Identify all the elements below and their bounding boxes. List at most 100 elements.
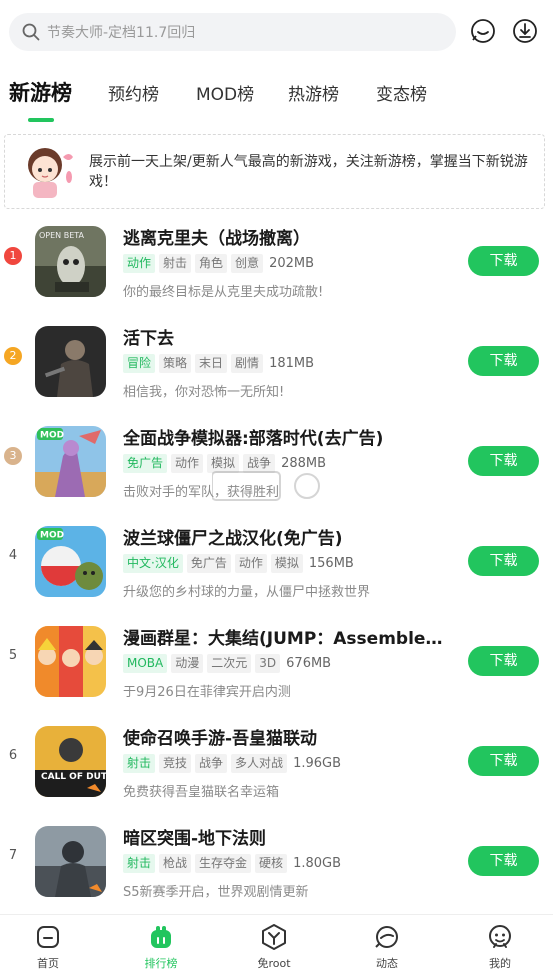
game-tag: 硬核 <box>255 854 288 873</box>
game-tags: MOBA 动漫 二次元 3D 676MB <box>123 654 331 673</box>
game-size: 181MB <box>269 356 315 371</box>
tab-hot-games[interactable]: 热游榜 <box>288 80 339 105</box>
nav-label: 首页 <box>37 957 59 970</box>
game-title: 活下去 <box>123 329 174 349</box>
rank-number: 7 <box>8 848 18 863</box>
home-icon <box>37 926 59 948</box>
game-description: 相信我，你对恐怖一无所知! <box>123 385 285 400</box>
game-tags: 动作 射击 角色 创意 202MB <box>123 254 314 273</box>
game-size: 1.96GB <box>293 756 341 771</box>
mod-badge-text: MOD <box>40 531 64 541</box>
game-title: 使命召唤手游-吾皇猫联动 <box>123 729 318 749</box>
game-tags: 射击 竞技 战争 多人对战 1.96GB <box>123 754 341 773</box>
message-icon[interactable] <box>468 16 498 46</box>
game-size: 1.80GB <box>293 856 341 871</box>
game-title: 漫画群星：大集结(JUMP：Assemble)... <box>123 629 443 649</box>
nav-ranking[interactable]: 排行榜 <box>121 923 201 971</box>
nav-feed[interactable]: 动态 <box>347 923 427 971</box>
game-tag: 射击 <box>159 254 192 273</box>
nav-profile[interactable]: 我的 <box>460 923 540 971</box>
game-icon: CALL OF DUTY <box>35 726 106 797</box>
game-tag: 动作 <box>123 254 156 273</box>
nav-label: 免root <box>257 957 291 970</box>
game-icon <box>35 326 106 397</box>
icon-caption: OPEN BETA <box>39 231 85 240</box>
download-button[interactable]: 下载 <box>468 646 539 676</box>
game-description: 升级您的乡村球的力量，从僵尸中拯救世界 <box>123 585 371 600</box>
list-item[interactable]: 2 活下去 冒险 策略 末日 剧情 181MB 相信我，你对恐怖一无所知! 下载 <box>0 312 553 412</box>
search-bar[interactable]: 节奏大师-定档11.7回归 <box>9 13 456 51</box>
game-tag: 动漫 <box>171 654 204 673</box>
download-manager-icon[interactable] <box>510 16 540 46</box>
game-title: 全面战争模拟器:部落时代(去广告) <box>123 429 384 449</box>
nav-label: 动态 <box>376 957 398 970</box>
nav-home[interactable]: 首页 <box>8 923 88 971</box>
list-item[interactable]: 6 CALL OF DUTY 使命召唤手游-吾皇猫联动 射击竞技战争多人对战 1.… <box>0 712 553 812</box>
game-title: 暗区突围-地下法则 <box>123 829 267 849</box>
game-tag: 战争 <box>195 754 228 773</box>
list-item[interactable]: 4 MOD 波兰球僵尸之战汉化(免广告) 中文·汉化 免广告 动作 模拟 156MB 升… <box>0 512 553 612</box>
nav-label: 我的 <box>489 957 511 970</box>
game-size: 676MB <box>286 656 332 671</box>
list-item[interactable]: 7 暗区突围-地下法则 射击 枪战 生存夺金 硬核 1.80GB S5新赛季开启，世界观… <box>0 812 553 912</box>
game-tag: 枪战 <box>159 854 192 873</box>
game-tag: 免广告 <box>123 454 168 473</box>
download-button[interactable]: 下载 <box>468 346 539 376</box>
mascot-icon <box>28 148 73 198</box>
tab-modded[interactable]: 变态榜 <box>376 80 427 105</box>
rank-badge: 1 <box>4 247 22 265</box>
list-item[interactable]: 1 OPEN BETA 逃离克里夫（战场撤离） 动作 射击 角色 创意 202MB 你的… <box>0 212 553 312</box>
game-title: 波兰球僵尸之战汉化(免广告) <box>123 529 343 549</box>
download-button[interactable]: 下载 <box>468 246 539 276</box>
game-tag: 末日 <box>195 354 228 373</box>
rank-badge: 3 <box>4 447 22 465</box>
game-tag: 模拟 <box>270 554 303 573</box>
game-tag: MOBA <box>123 654 168 673</box>
game-tag: 射击 <box>123 854 156 873</box>
tab-reservation[interactable]: 预约榜 <box>108 80 159 105</box>
game-tag: 剧情 <box>231 354 264 373</box>
game-tag: 免广告 <box>186 554 231 573</box>
download-button[interactable]: 下载 <box>468 446 539 476</box>
game-tags: 冒险 策略 末日 剧情 181MB <box>123 354 314 373</box>
game-title: 逃离克里夫（战场撤离） <box>123 229 310 249</box>
nav-no-root[interactable]: 免root <box>234 923 314 971</box>
game-tags: 中文·汉化 免广告 动作 模拟 156MB <box>123 554 354 573</box>
game-description: 你的最终目标是从克里夫成功疏散! <box>123 285 324 300</box>
game-tag: 射击 <box>123 754 156 773</box>
game-icon <box>35 626 106 697</box>
tab-mod[interactable]: MOD榜 <box>196 80 254 105</box>
download-button[interactable]: 下载 <box>468 846 539 876</box>
game-tag: 二次元 <box>207 654 252 673</box>
game-description: 于9月26日在菲律宾开启内测 <box>123 685 291 700</box>
feed-icon <box>375 926 398 948</box>
search-placeholder: 节奏大师-定档11.7回归 <box>47 25 196 41</box>
search-icon <box>22 23 40 41</box>
mod-badge-text: MOD <box>40 431 64 441</box>
nav-label: 排行榜 <box>144 957 178 970</box>
profile-icon <box>489 925 511 948</box>
game-tag: 动作 <box>171 454 204 473</box>
tab-new-games[interactable]: 新游榜 <box>9 77 72 107</box>
game-tag: 创意 <box>231 254 264 273</box>
rank-number: 6 <box>8 748 18 763</box>
top-bar: 节奏大师-定档11.7回归 <box>0 0 553 64</box>
game-tag: 3D <box>255 654 281 673</box>
ranking-tabs: 新游榜 预约榜 MOD榜 热游榜 变态榜 <box>0 72 553 122</box>
game-size: 156MB <box>308 556 354 571</box>
game-tags: 射击 枪战 生存夺金 硬核 1.80GB <box>123 854 341 873</box>
game-tag: 多人对战 <box>231 754 288 773</box>
game-size: 202MB <box>269 256 315 271</box>
game-tag: 角色 <box>195 254 228 273</box>
game-icon: OPEN BETA <box>35 226 106 297</box>
bottom-navigation: 首页 排行榜 免root 动态 我的 <box>0 914 553 977</box>
download-button[interactable]: 下载 <box>468 746 539 776</box>
rank-badge: 2 <box>4 347 22 365</box>
game-tag: 冒险 <box>123 354 156 373</box>
game-description: 免费获得吾皇猫联名幸运箱 <box>123 785 280 800</box>
notice-text: 展示前一天上架/更新人气最高的新游戏，关注新游榜，掌握当下新锐游戏！ <box>89 154 528 190</box>
notice-banner: 展示前一天上架/更新人气最高的新游戏，关注新游榜，掌握当下新锐游戏！ <box>4 134 545 209</box>
list-item[interactable]: 5 漫画群星：大集结(JUMP：Assemble)... MOBA 动漫 二次元 3D… <box>0 612 553 712</box>
download-button[interactable]: 下载 <box>468 546 539 576</box>
active-tab-indicator <box>28 118 54 122</box>
